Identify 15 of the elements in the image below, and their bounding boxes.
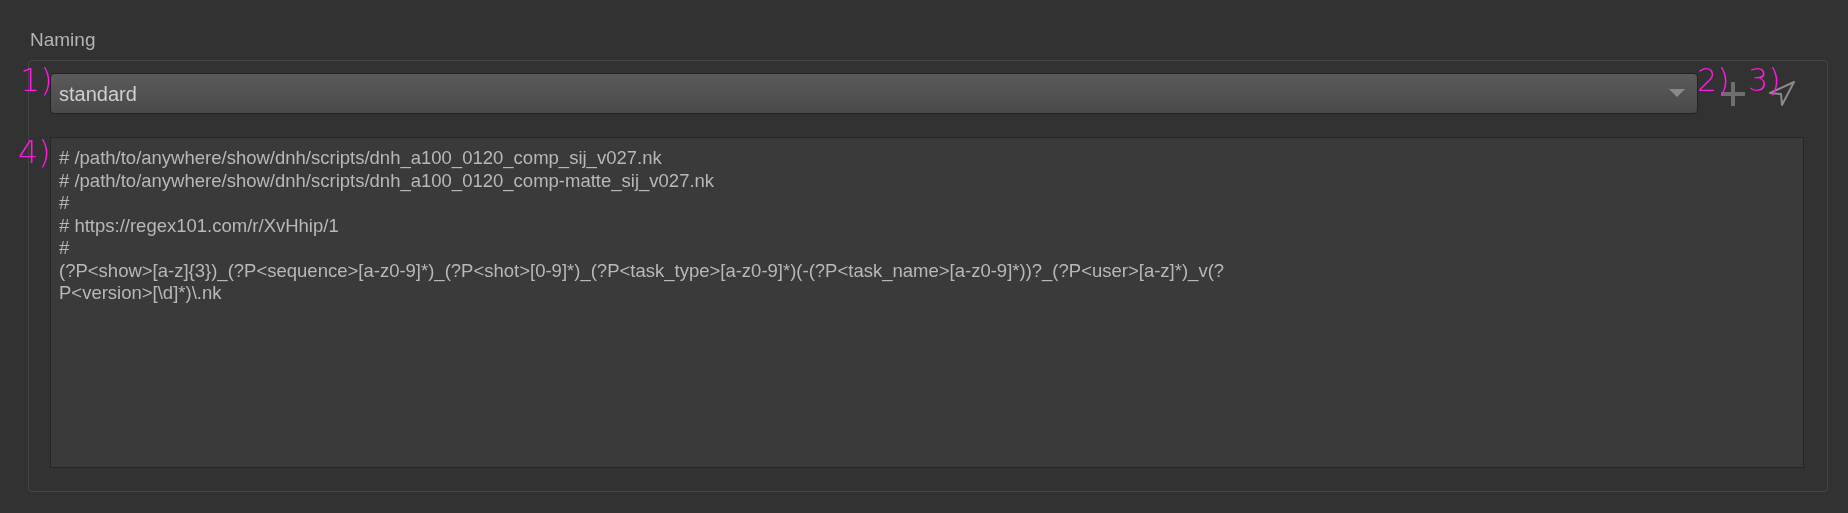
code-line: # /path/to/anywhere/show/dnh/scripts/dnh_a100_0120_comp-matte_sij_v027.nk xyxy=(59,169,715,192)
annotation-label: 1) xyxy=(20,62,53,98)
preset-dropdown[interactable]: standard xyxy=(50,73,1698,114)
code-line: # xyxy=(59,237,70,260)
code-line: # https://regex101.com/r/XvHhip/1 xyxy=(59,214,339,237)
annotation-label: 4) xyxy=(18,134,51,170)
code-line: # /path/to/anywhere/show/dnh/scripts/dnh_a100_0120_comp_sij_v027.nk xyxy=(59,147,662,170)
code-line: # xyxy=(59,192,70,215)
caret-icon xyxy=(1669,89,1685,98)
group-title: Naming xyxy=(30,29,96,50)
code-line: P<version>[\d]*)\.nk xyxy=(59,282,222,305)
code-line: (?P<show>[a-z]{3})_(?P<sequence>[a-z0-9]*)_(?P<shot>[0-9]*)_(?P<task_type>[a-z0-9]*)(-(?P<task_name>[a-z0-9]*))?_(?P<user>[a-z]*)_v(? xyxy=(59,259,1225,282)
dropdown-value: standard xyxy=(59,81,137,107)
annotation-label: 3) xyxy=(1748,62,1781,98)
annotation-label: 2) xyxy=(1697,62,1730,98)
